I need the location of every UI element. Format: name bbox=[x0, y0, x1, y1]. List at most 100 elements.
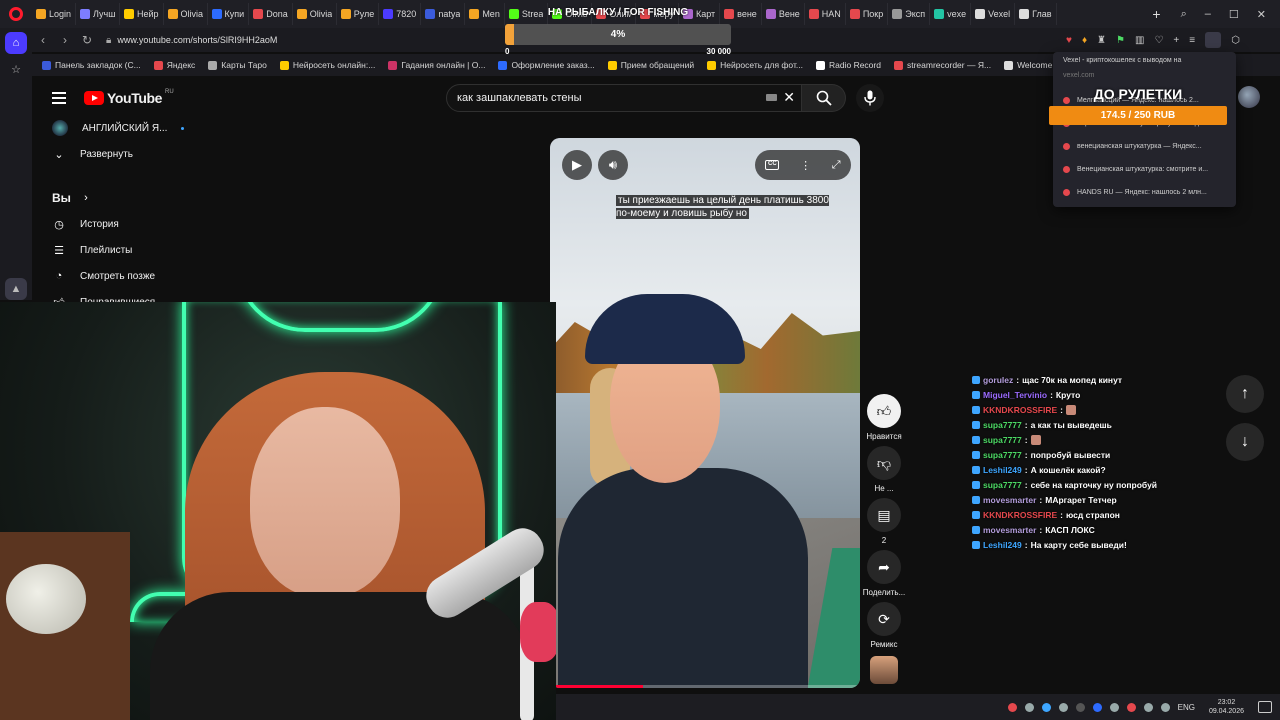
cube-icon[interactable]: ⬡ bbox=[1231, 35, 1240, 46]
tab-favicon-icon bbox=[425, 9, 436, 19]
heart-icon[interactable]: ♥ bbox=[1066, 35, 1072, 46]
browser-tab[interactable]: Нейр bbox=[120, 3, 164, 25]
browser-tab[interactable]: Купи bbox=[208, 3, 250, 25]
suggestion-item[interactable]: HANDS RU — Яндекс: нашлось 2 млн... bbox=[1063, 189, 1233, 196]
dislike-button[interactable]: 👎︎ Не ... bbox=[862, 446, 906, 493]
browser-tab[interactable]: Эксп bbox=[888, 3, 931, 25]
search-button[interactable] bbox=[802, 84, 846, 112]
suggestion-header[interactable]: Vexel - криптокошелек с выводом на bbox=[1063, 57, 1233, 64]
url-field[interactable]: www.youtube.com/shorts/SlRI9HH2aoM bbox=[117, 35, 277, 45]
language-indicator[interactable]: ENG bbox=[1178, 703, 1195, 712]
browser-tab[interactable]: Вене bbox=[762, 3, 805, 25]
minimize-icon[interactable]: – bbox=[1205, 8, 1211, 21]
obs-tray-icon[interactable] bbox=[1075, 702, 1085, 712]
menu-lines-icon[interactable]: ≡ bbox=[1189, 35, 1195, 46]
bookmark-item[interactable]: Нейросеть онлайн:... bbox=[279, 60, 375, 70]
keyboard-icon[interactable] bbox=[766, 94, 777, 101]
telegram-tray-icon[interactable] bbox=[1041, 702, 1051, 712]
extension-icon[interactable]: ♜ bbox=[1097, 35, 1106, 46]
reload-icon[interactable]: ↻ bbox=[76, 33, 98, 47]
browser-tab[interactable]: Руле bbox=[337, 3, 380, 25]
bookmark-item[interactable]: Гадания онлайн | О... bbox=[388, 60, 485, 70]
browser-tab[interactable]: Olivia bbox=[293, 3, 337, 25]
bookmark-item[interactable]: Панель закладок (С... bbox=[42, 60, 141, 70]
vpn-icon[interactable]: ⚑ bbox=[1116, 35, 1125, 46]
close-window-icon[interactable]: ✕ bbox=[1257, 8, 1266, 21]
guide-item-history[interactable]: ◷ История bbox=[32, 212, 190, 236]
tray-icon-d[interactable] bbox=[1058, 702, 1068, 712]
browser-tab[interactable]: Покр bbox=[846, 3, 889, 25]
play-button[interactable]: ▶ bbox=[562, 150, 592, 180]
suggestion-item[interactable]: Венецианская штукатурка: смотрите и... bbox=[1063, 166, 1233, 173]
search-tabs-icon[interactable]: ⌕ bbox=[1181, 8, 1187, 21]
browser-tab[interactable]: Olivia bbox=[164, 3, 208, 25]
flame-icon[interactable]: ♦ bbox=[1082, 35, 1087, 46]
back-icon[interactable]: ‹ bbox=[32, 33, 54, 47]
aria-icon[interactable]: ▲ bbox=[5, 278, 27, 300]
bookmark-item[interactable]: Яндекс bbox=[153, 60, 195, 70]
like-button[interactable]: 👍︎ Нравится bbox=[862, 394, 906, 441]
lock-icon[interactable]: 🔒︎ bbox=[106, 35, 111, 46]
next-short-button[interactable]: ↓ bbox=[1226, 423, 1264, 461]
volume-button[interactable]: 🔊︎ bbox=[598, 150, 628, 180]
clear-search-icon[interactable]: ✕ bbox=[783, 89, 795, 106]
guide-item-playlists[interactable]: ☰ Плейлисты bbox=[32, 238, 190, 262]
taskbar-clock[interactable]: 23:02 09.04.2026 bbox=[1209, 698, 1244, 716]
guide-item-watch-later[interactable]: ◔ Смотреть позже bbox=[32, 264, 190, 288]
star-icon[interactable]: ☆ bbox=[5, 58, 27, 80]
yandex-tray-icon[interactable] bbox=[1007, 702, 1017, 712]
comments-button[interactable]: ▤ 2 bbox=[862, 498, 906, 545]
home-icon[interactable]: ⌂ bbox=[5, 32, 27, 54]
steam-tray-icon[interactable] bbox=[1109, 702, 1119, 712]
tray-icon-h[interactable] bbox=[1126, 702, 1136, 712]
heart-outline-icon[interactable]: ♡ bbox=[1154, 35, 1163, 46]
suggestion-item[interactable]: венецианская штукатурка — Яндекс... bbox=[1063, 143, 1233, 150]
hamburger-menu-icon[interactable] bbox=[52, 92, 66, 104]
captions-icon[interactable]: CC bbox=[765, 160, 780, 170]
remix-button[interactable]: ⟳ Ремикс bbox=[862, 602, 906, 649]
forward-icon[interactable]: › bbox=[54, 33, 76, 47]
add-icon[interactable]: + bbox=[1173, 35, 1179, 46]
tab-favicon-icon bbox=[892, 9, 903, 19]
network-tray-icon[interactable] bbox=[1143, 702, 1153, 712]
bluetooth-tray-icon[interactable] bbox=[1092, 702, 1102, 712]
browser-tab[interactable]: HAN bbox=[805, 3, 846, 25]
guide-item-expand[interactable]: ⌄ Развернуть bbox=[32, 142, 190, 166]
browser-tab[interactable]: Vexel bbox=[971, 3, 1016, 25]
browser-tab[interactable]: Лучш bbox=[76, 3, 120, 25]
guide-item-channel[interactable]: АНГЛИЙСКИЙ Я... bbox=[32, 116, 190, 140]
bookmark-item[interactable]: streamrecorder — Я... bbox=[893, 60, 991, 70]
bookmark-item[interactable]: Radio Record bbox=[816, 60, 881, 70]
opera-logo-icon[interactable] bbox=[0, 0, 32, 28]
browser-tab[interactable]: Глав bbox=[1015, 3, 1057, 25]
bookmark-item[interactable]: Нейросеть для фот... bbox=[707, 60, 803, 70]
youtube-logo[interactable]: YouTube RU bbox=[84, 89, 174, 106]
new-tab-plus-icon[interactable]: + bbox=[1146, 6, 1166, 22]
user-avatar[interactable] bbox=[1238, 86, 1260, 108]
remix-source-thumbnail[interactable] bbox=[870, 656, 898, 684]
more-options-icon[interactable]: ⋮ bbox=[800, 159, 811, 172]
browser-tab[interactable]: 7820 bbox=[379, 3, 422, 25]
browser-tab[interactable]: natya bbox=[421, 3, 466, 25]
bookmark-item[interactable]: Оформление заказ... bbox=[498, 60, 595, 70]
notifications-icon[interactable] bbox=[1258, 701, 1272, 713]
previous-short-button[interactable]: ↑ bbox=[1226, 375, 1264, 413]
fullscreen-icon[interactable]: ⤢ bbox=[832, 159, 841, 172]
shorts-video-player[interactable]: ▶ 🔊︎ CC ⋮ ⤢ ты приезжаешь на целый день … bbox=[550, 138, 860, 688]
volume-tray-icon[interactable] bbox=[1160, 702, 1170, 712]
browser-tab[interactable]: Dona bbox=[249, 3, 293, 25]
browser-tab[interactable]: vexe bbox=[930, 3, 972, 25]
voice-search-button[interactable] bbox=[856, 84, 884, 112]
split-icon[interactable]: ▥ bbox=[1135, 35, 1144, 46]
browser-tab[interactable]: Men bbox=[465, 3, 505, 25]
bookmark-item[interactable]: Прием обращений bbox=[607, 60, 694, 70]
chevron-down-icon: ⌄ bbox=[54, 148, 64, 161]
browser-tab[interactable]: Login bbox=[32, 3, 76, 25]
maximize-icon[interactable]: ☐ bbox=[1229, 8, 1239, 21]
bookmark-item[interactable]: Карты Таро bbox=[208, 60, 267, 70]
tray-icon-b[interactable] bbox=[1024, 702, 1034, 712]
guide-section-you[interactable]: Вы › bbox=[32, 186, 190, 210]
active-extension-icon[interactable] bbox=[1205, 32, 1222, 48]
share-button[interactable]: ➦ Поделить... bbox=[862, 550, 906, 597]
search-input[interactable]: как зашпаклевать стены ✕ bbox=[446, 84, 802, 112]
